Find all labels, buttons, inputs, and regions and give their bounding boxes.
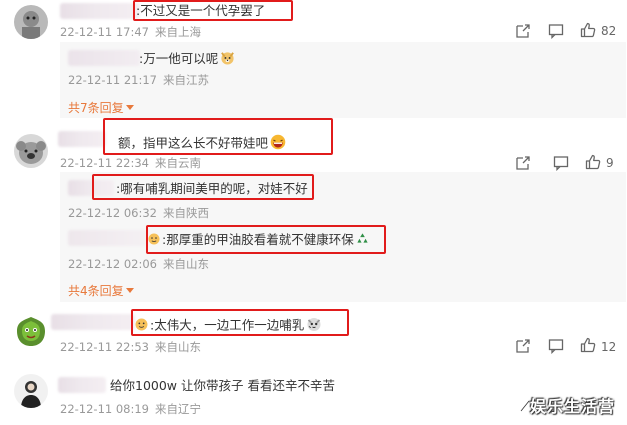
reply-time: 22-12-12 06:32 <box>68 206 157 220</box>
reply-meta: 22-12-12 06:32 来自陕西 <box>68 206 209 220</box>
more-replies-link[interactable]: 共7条回复 <box>68 101 134 115</box>
comment-time: 22-12-11 17:47 <box>60 25 149 39</box>
commenter-avatar[interactable] <box>14 134 48 168</box>
reply-source: 来自陕西 <box>163 206 209 220</box>
highlight-box <box>92 174 314 200</box>
reply-time: 22-12-12 02:06 <box>68 257 157 271</box>
commenter-name-blurred[interactable] <box>60 3 140 19</box>
commenter-avatar[interactable] <box>14 5 48 39</box>
share-icon[interactable] <box>515 155 531 171</box>
replier-name-blurred[interactable] <box>68 50 140 66</box>
reply-time: 22-12-11 21:17 <box>68 73 157 87</box>
comment-icon[interactable] <box>553 155 569 171</box>
more-replies-link[interactable]: 共4条回复 <box>68 284 134 298</box>
like-icon[interactable] <box>580 22 596 38</box>
reply-source: 来自山东 <box>163 257 209 271</box>
reply-text: :万一他可以呢 <box>139 50 235 69</box>
comment-text: 给你1000w 让你带孩子 看看还辛不辛苦 <box>110 378 335 393</box>
commenter-name-blurred[interactable] <box>58 377 106 393</box>
share-icon[interactable] <box>515 23 531 39</box>
reply-meta: 22-12-11 21:17 来自江苏 <box>68 73 209 87</box>
highlight-box <box>131 309 349 336</box>
commenter-avatar[interactable] <box>14 315 48 349</box>
replier-name-blurred[interactable] <box>68 230 146 246</box>
commenter-name-blurred[interactable] <box>51 314 135 330</box>
comment-icon[interactable] <box>548 23 564 39</box>
comment-meta: 22-12-11 17:47 来自上海 <box>60 25 201 39</box>
comment-time: 22-12-11 08:19 <box>60 402 149 416</box>
watermark-text: 娱乐生活营 <box>530 397 616 416</box>
comment-meta: 22-12-11 22:34 来自云南 <box>60 156 201 170</box>
like-count: 12 <box>601 340 617 354</box>
highlight-box <box>103 118 333 155</box>
comment-source: 来自上海 <box>155 25 201 39</box>
like-count: 82 <box>601 24 617 38</box>
dog-emoji-icon <box>220 50 235 69</box>
comment-time: 22-12-11 22:53 <box>60 340 149 354</box>
comment-icon[interactable] <box>548 338 564 354</box>
share-icon[interactable] <box>515 338 531 354</box>
like-count: 9 <box>606 156 614 170</box>
comment-time: 22-12-11 22:34 <box>60 156 149 170</box>
commenter-name-blurred[interactable] <box>58 131 106 147</box>
comment-source: 来自山东 <box>155 340 201 354</box>
reply-list: :万一他可以呢 22-12-11 21:17 来自江苏 共7条回复 <box>60 42 626 118</box>
caret-down-icon <box>125 105 134 110</box>
commenter-avatar[interactable] <box>14 374 48 408</box>
reply-source: 来自江苏 <box>163 73 209 87</box>
reply-meta: 22-12-12 02:06 来自山东 <box>68 257 209 271</box>
caret-down-icon <box>125 288 134 293</box>
comment-meta: 22-12-11 08:19 来自辽宁 <box>60 402 201 416</box>
comment-source: 来自云南 <box>155 156 201 170</box>
comment-meta: 22-12-11 22:53 来自山东 <box>60 340 201 354</box>
like-icon[interactable] <box>585 154 601 170</box>
like-icon[interactable] <box>580 337 596 353</box>
reply-item: :万一他可以呢 22-12-11 21:17 来自江苏 <box>60 42 626 92</box>
comment-source: 来自辽宁 <box>155 402 201 416</box>
watermark-logo-icon <box>520 397 530 412</box>
highlight-box <box>146 225 386 254</box>
highlight-box <box>133 0 293 21</box>
